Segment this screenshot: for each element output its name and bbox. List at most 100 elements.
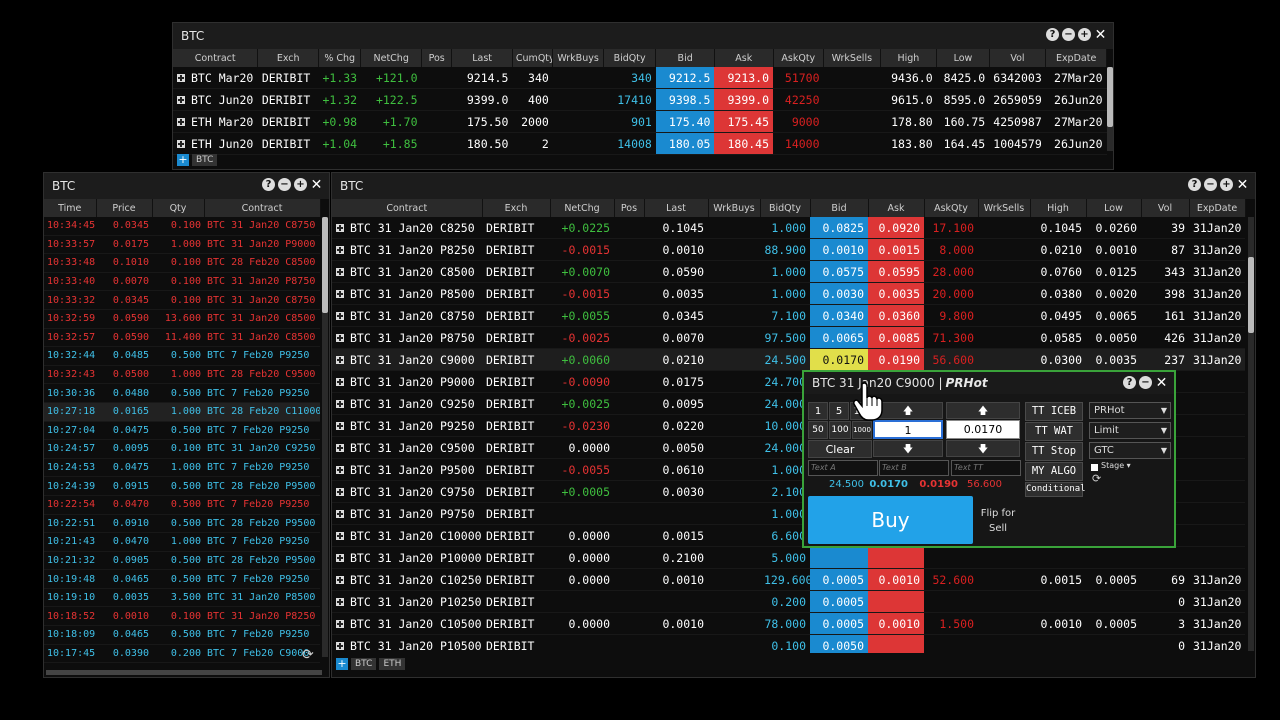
table-row[interactable]: 10:18:09 0.0465 0.500 BTC 7 Feb20 P9250 — [44, 625, 320, 645]
expand-icon[interactable] — [336, 598, 344, 606]
help-icon[interactable]: ? — [1188, 178, 1201, 191]
table-row[interactable]: BTC 31 Jan20 C8750 DERIBIT +0.0055 0.0345 7.… — [332, 304, 1245, 327]
price-down-button[interactable]: 🡇 — [946, 440, 1020, 457]
table-row[interactable]: 10:22:54 0.0470 0.500 BTC 7 Feb20 P9250 — [44, 495, 320, 515]
scroll-thumb[interactable] — [1248, 257, 1254, 333]
trades-scrollbar[interactable] — [322, 217, 328, 657]
tab-btc[interactable]: BTC — [192, 154, 218, 166]
table-row[interactable]: ETH Jun20 DERIBIT +1.04 +1.85 180.50 2 14008 18… — [173, 132, 1107, 155]
account-select[interactable]: PRHot ▼ — [1089, 402, 1171, 419]
tif-select[interactable]: GTC ▼ — [1089, 442, 1171, 459]
close-icon[interactable]: ✕ — [1155, 376, 1168, 390]
qty-preset-5[interactable]: 5 — [829, 402, 849, 420]
expand-icon[interactable] — [336, 488, 344, 496]
table-row[interactable]: 10:21:32 0.0905 0.500 BTC 28 Feb20 P9500 — [44, 551, 320, 571]
stage-checkbox[interactable] — [1091, 464, 1098, 471]
table-row[interactable]: 10:30:36 0.0480 0.500 BTC 7 Feb20 P9250 — [44, 383, 320, 403]
expand-icon[interactable] — [336, 224, 344, 232]
tt-stop-button[interactable]: TT Stop — [1025, 442, 1083, 461]
qty-preset-1000[interactable]: 1000 — [852, 421, 872, 439]
expand-icon[interactable] — [177, 96, 185, 104]
table-row[interactable]: 10:32:44 0.0485 0.500 BTC 7 Feb20 P9250 — [44, 346, 320, 366]
expand-icon[interactable] — [177, 118, 185, 126]
expand-icon[interactable] — [336, 554, 344, 562]
table-row[interactable]: ETH Mar20 DERIBIT +0.98 +1.70 175.50 2000 901 1… — [173, 110, 1107, 133]
table-row[interactable]: BTC 31 Jan20 P8250 DERIBIT -0.0015 0.0010 88… — [332, 238, 1245, 261]
expand-icon[interactable] — [336, 642, 344, 650]
expand-icon[interactable] — [177, 74, 185, 82]
expand-icon[interactable] — [336, 290, 344, 298]
scroll-thumb[interactable] — [322, 217, 328, 313]
table-row[interactable]: 10:18:52 0.0010 0.100 BTC 31 Jan20 P8250 — [44, 606, 320, 627]
minimize-icon[interactable]: − — [278, 178, 291, 191]
table-row[interactable]: 10:24:57 0.0095 0.100 BTC 31 Jan20 C9250 — [44, 439, 320, 459]
maximize-icon[interactable]: + — [1220, 178, 1233, 191]
price-up-button[interactable]: 🡅 — [946, 402, 1020, 419]
text-b-field[interactable]: Text B — [879, 460, 949, 476]
qty-preset-50[interactable]: 50 — [808, 421, 828, 439]
close-icon[interactable]: ✕ — [310, 178, 323, 192]
table-row[interactable]: BTC 31 Jan20 P10500 DERIBIT 0.100 0.0050 0 31… — [332, 634, 1245, 653]
table-row[interactable]: 10:17:45 0.0390 0.200 BTC 7 Feb20 C9000 — [44, 644, 320, 664]
expand-icon[interactable] — [336, 422, 344, 430]
table-row[interactable]: 10:24:39 0.0915 0.500 BTC 28 Feb20 P9500 — [44, 476, 320, 496]
table-row[interactable]: BTC 31 Jan20 C8250 DERIBIT +0.0225 0.1045 1.… — [332, 217, 1245, 239]
expand-icon[interactable] — [336, 620, 344, 628]
order-type-select[interactable]: Limit ▼ — [1089, 422, 1171, 439]
futures-scrollbar[interactable] — [1107, 67, 1113, 151]
table-row[interactable]: BTC 31 Jan20 P8750 DERIBIT -0.0025 0.0070 97… — [332, 326, 1245, 349]
table-row[interactable]: 10:32:59 0.0590 13.600 BTC 31 Jan20 C8500 — [44, 309, 320, 329]
scroll-thumb[interactable] — [1107, 67, 1113, 127]
expand-icon[interactable] — [336, 532, 344, 540]
expand-icon[interactable] — [336, 312, 344, 320]
table-row[interactable]: BTC Mar20 DERIBIT +1.33 +121.0 9214.5 340 340 9… — [173, 67, 1107, 89]
expand-icon[interactable] — [336, 400, 344, 408]
close-icon[interactable]: ✕ — [1236, 178, 1249, 192]
table-row[interactable]: 10:27:18 0.0165 1.000 BTC 28 Feb20 C11000 — [44, 402, 320, 422]
expand-icon[interactable] — [336, 576, 344, 584]
table-row[interactable]: 10:34:45 0.0345 0.100 BTC 31 Jan20 C8750 — [44, 217, 320, 236]
expand-icon[interactable] — [177, 140, 185, 148]
add-tab-button[interactable]: + — [336, 658, 348, 670]
table-row[interactable]: 10:33:32 0.0345 0.100 BTC 31 Jan20 C8750 — [44, 290, 320, 310]
help-icon[interactable]: ? — [262, 178, 275, 191]
table-row[interactable]: BTC 31 Jan20 P10250 DERIBIT 0.200 0.0005 0 31… — [332, 590, 1245, 613]
expand-icon[interactable] — [336, 334, 344, 342]
help-icon[interactable]: ? — [1046, 28, 1059, 41]
quantity-input[interactable]: 1 — [873, 420, 943, 439]
refresh-icon[interactable]: ⟳ — [302, 647, 318, 663]
table-row[interactable]: 10:33:57 0.0175 1.000 BTC 31 Jan20 P9000 — [44, 235, 320, 255]
clear-button[interactable]: Clear — [808, 440, 872, 458]
expand-icon[interactable] — [336, 510, 344, 518]
table-row[interactable]: 10:21:43 0.0470 1.000 BTC 7 Feb20 P9250 — [44, 532, 320, 552]
table-row[interactable]: BTC 31 Jan20 C9000 DERIBIT +0.0060 0.0210 24… — [332, 348, 1245, 371]
qty-down-button[interactable]: 🡇 — [873, 440, 943, 457]
table-row[interactable]: 10:32:43 0.0500 1.000 BTC 28 Feb20 C9500 — [44, 365, 320, 385]
table-row[interactable]: BTC 31 Jan20 C10500 DERIBIT 0.0000 0.0010 78… — [332, 612, 1245, 635]
futures-window-titlebar[interactable]: BTC ? − + ✕ — [173, 23, 1113, 49]
tt-wat-button[interactable]: TT WAT — [1025, 422, 1083, 441]
help-icon[interactable]: ? — [1123, 376, 1136, 389]
table-row[interactable]: 10:19:48 0.0465 0.500 BTC 7 Feb20 P9250 — [44, 569, 320, 589]
buy-button[interactable]: Buy — [808, 496, 973, 544]
add-tab-button[interactable]: + — [177, 154, 189, 166]
table-row[interactable]: BTC 31 Jan20 C10250 DERIBIT 0.0000 0.0010 12… — [332, 568, 1245, 591]
qty-preset-100[interactable]: 100 — [829, 421, 851, 439]
price-input[interactable]: 0.0170 — [946, 420, 1020, 439]
table-row[interactable]: 10:22:51 0.0910 0.500 BTC 28 Feb20 P9500 — [44, 514, 320, 534]
expand-icon[interactable] — [336, 444, 344, 452]
trades-hscrollbar[interactable] — [46, 670, 322, 675]
maximize-icon[interactable]: + — [1078, 28, 1091, 41]
text-tt-field[interactable]: Text TT — [951, 460, 1021, 476]
table-row[interactable]: BTC 31 Jan20 P10000 DERIBIT 0.0000 0.2100 5.… — [332, 546, 1245, 569]
maximize-icon[interactable]: + — [294, 178, 307, 191]
minimize-icon[interactable]: − — [1062, 28, 1075, 41]
table-row[interactable]: 10:24:53 0.0475 1.000 BTC 7 Feb20 P9250 — [44, 458, 320, 478]
expand-icon[interactable] — [336, 268, 344, 276]
table-row[interactable]: 10:32:57 0.0590 11.400 BTC 31 Jan20 C8500 — [44, 328, 320, 348]
tab-eth[interactable]: ETH — [379, 658, 406, 670]
expand-icon[interactable] — [336, 246, 344, 254]
table-row[interactable]: BTC 31 Jan20 P8500 DERIBIT -0.0015 0.0035 1.… — [332, 282, 1245, 305]
table-row[interactable]: 10:19:10 0.0035 3.500 BTC 31 Jan20 P8500 — [44, 588, 320, 608]
expand-icon[interactable] — [336, 378, 344, 386]
